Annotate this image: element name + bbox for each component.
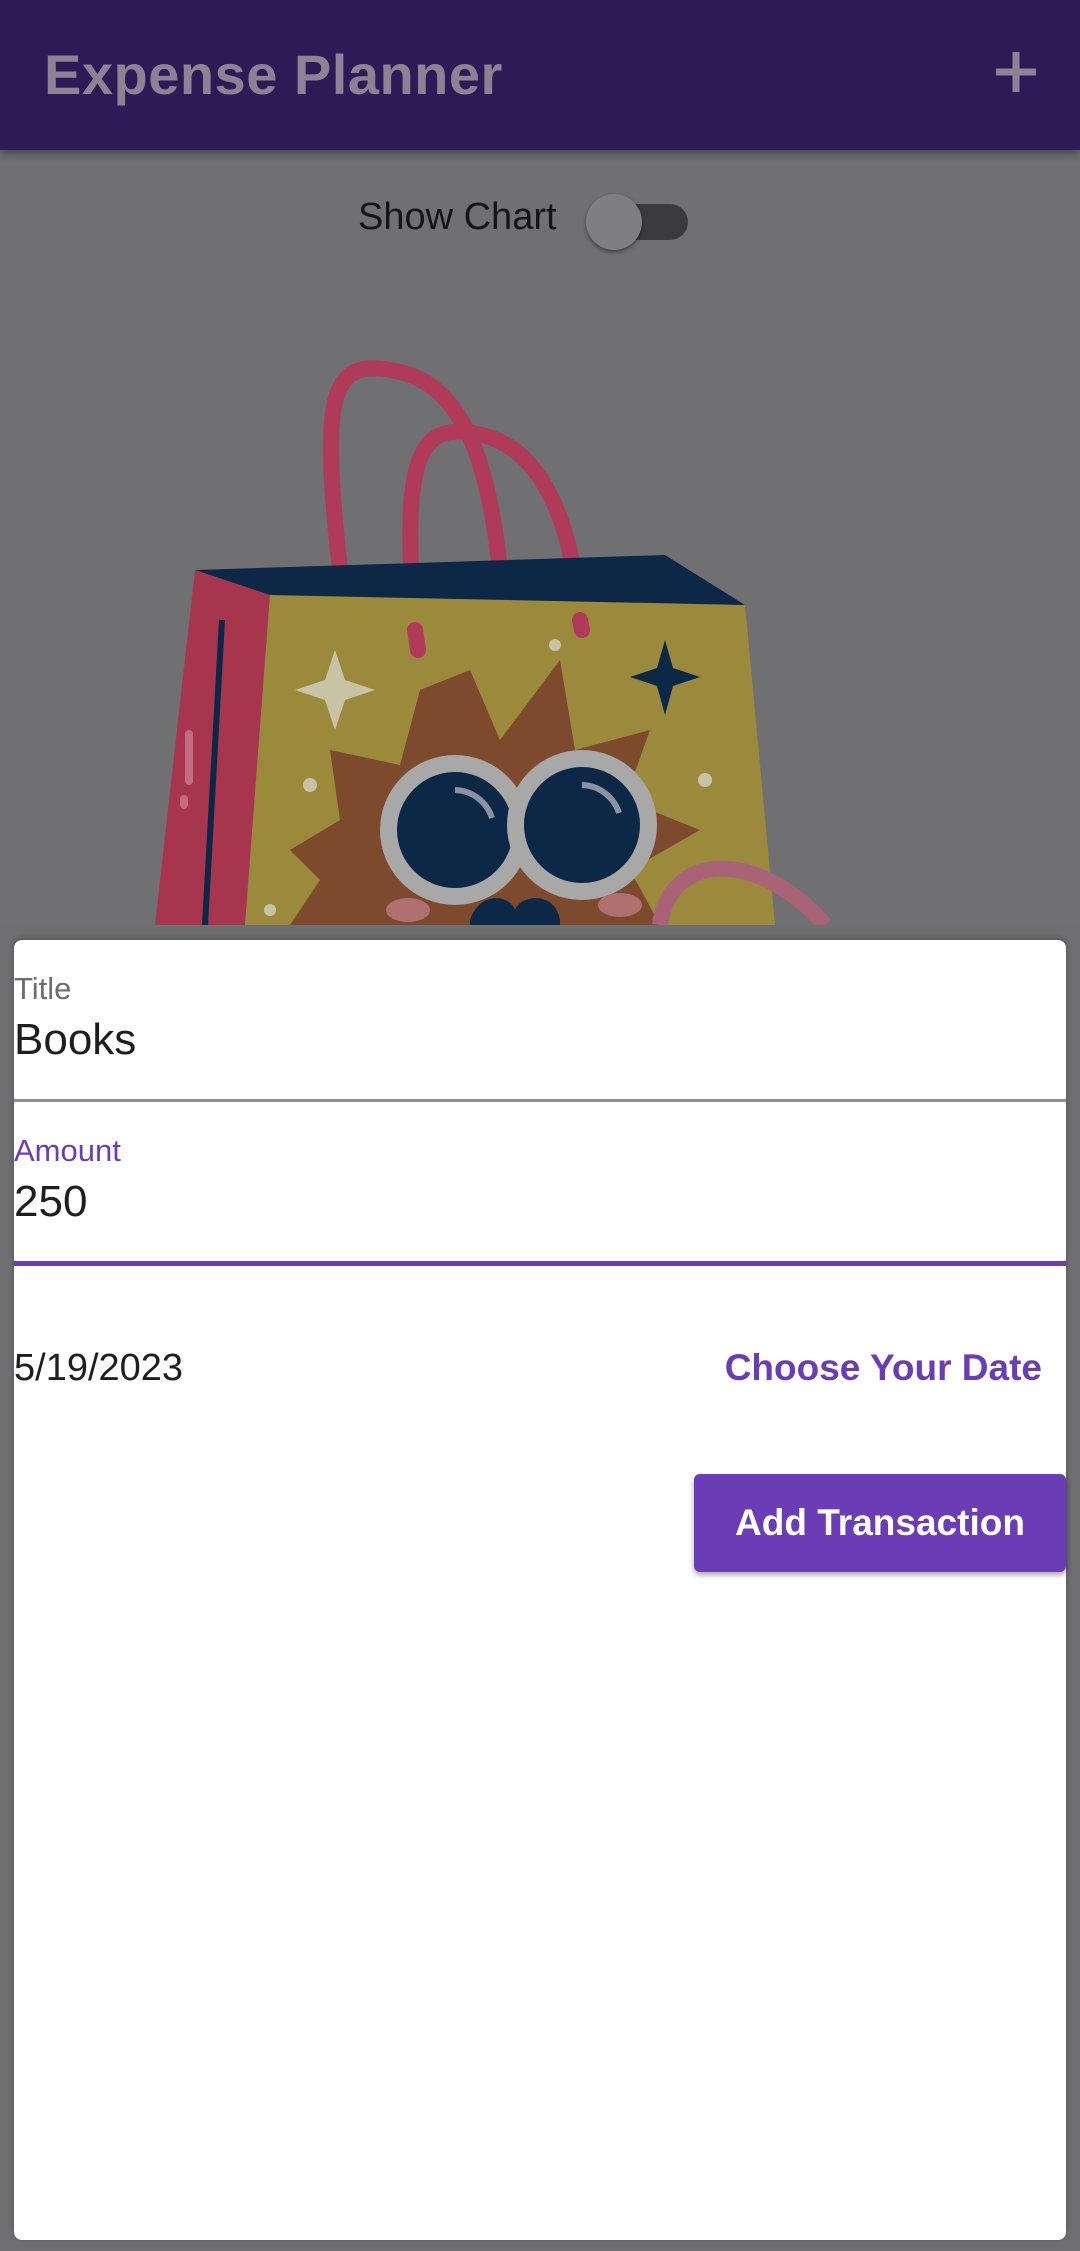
title-label: Title [14,971,72,1006]
switch-thumb [586,194,642,250]
plus-icon[interactable] [984,40,1048,104]
title-underline [14,1099,1066,1102]
background-content: Show Chart [0,150,1080,925]
choose-date-button[interactable]: Choose Your Date [725,1338,1042,1398]
date-row: 5/19/2023 Choose Your Date [14,1338,1066,1398]
amount-label: Amount [14,1133,121,1168]
add-transaction-button[interactable]: Add Transaction [694,1474,1066,1572]
title-input[interactable]: Books [14,1012,136,1068]
amount-input[interactable]: 250 [14,1174,87,1230]
show-chart-switch[interactable] [586,194,688,250]
amount-field[interactable]: Amount 250 [14,1132,1066,1268]
new-transaction-sheet: Title Books Amount 250 5/19/2023 Choose … [14,940,1066,2240]
title-field[interactable]: Title Books [14,970,1066,1106]
shopping-bag-icon [155,360,832,925]
app-title: Expense Planner [44,43,503,106]
app-bar: Expense Planner [0,0,1080,150]
show-chart-label: Show Chart [358,196,557,238]
selected-date: 5/19/2023 [14,1347,184,1389]
amount-underline [14,1261,1066,1266]
